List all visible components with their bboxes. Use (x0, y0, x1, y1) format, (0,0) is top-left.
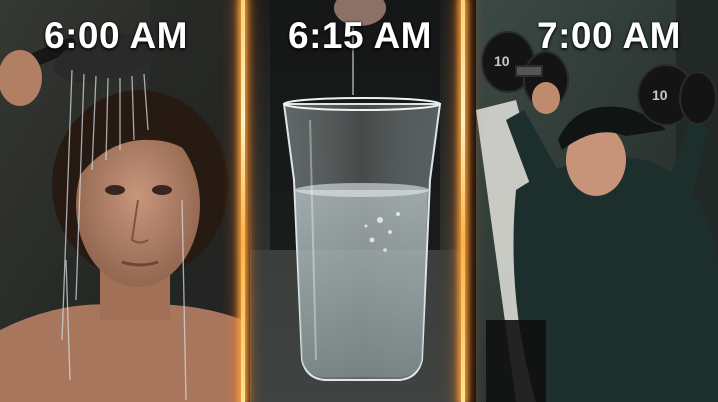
thumbnail-collage: 10 10 6:00 AM 6:15 AM 7:00 AM (0, 0, 718, 402)
dumbbell-weight-mark: 10 (494, 53, 510, 69)
dumbbell-weight-mark: 10 (652, 87, 668, 103)
time-label-6-00: 6:00 AM (44, 15, 189, 56)
water-glass-photo (250, 0, 462, 402)
shower-panel (0, 0, 243, 402)
glow-divider (456, 0, 470, 402)
water-glass-panel (250, 0, 462, 402)
time-label-6-15: 6:15 AM (288, 15, 433, 56)
shower-photo (0, 0, 243, 402)
glow-divider (236, 0, 250, 402)
gym-photo: 10 10 (476, 0, 718, 402)
gym-panel: 10 10 (476, 0, 718, 402)
time-label-7-00: 7:00 AM (537, 15, 682, 56)
